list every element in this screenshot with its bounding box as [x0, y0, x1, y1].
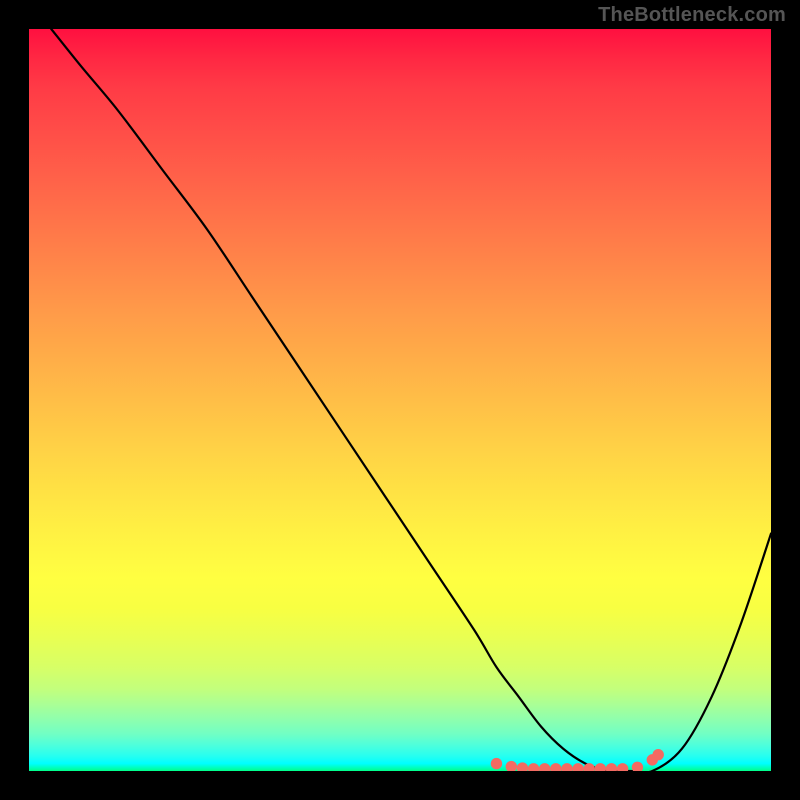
optimal-marker	[491, 758, 501, 768]
optimal-marker	[632, 762, 642, 771]
optimal-marker	[606, 764, 616, 771]
optimal-marker	[617, 764, 627, 771]
optimal-marker	[573, 764, 583, 771]
optimal-marker	[517, 763, 527, 771]
optimal-marker	[539, 764, 549, 771]
optimal-marker	[562, 764, 572, 771]
chart-svg	[29, 29, 771, 771]
optimal-marker	[595, 764, 605, 771]
optimal-marker	[653, 749, 663, 759]
plot-area	[29, 29, 771, 771]
chart-frame: { "watermark": "TheBottleneck.com", "col…	[0, 0, 800, 800]
optimal-marker	[506, 761, 516, 771]
optimal-marker	[584, 764, 594, 771]
watermark-text: TheBottleneck.com	[598, 4, 786, 27]
bottleneck-curve-line	[51, 29, 771, 771]
optimal-marker	[551, 764, 561, 771]
optimal-marker	[528, 764, 538, 771]
